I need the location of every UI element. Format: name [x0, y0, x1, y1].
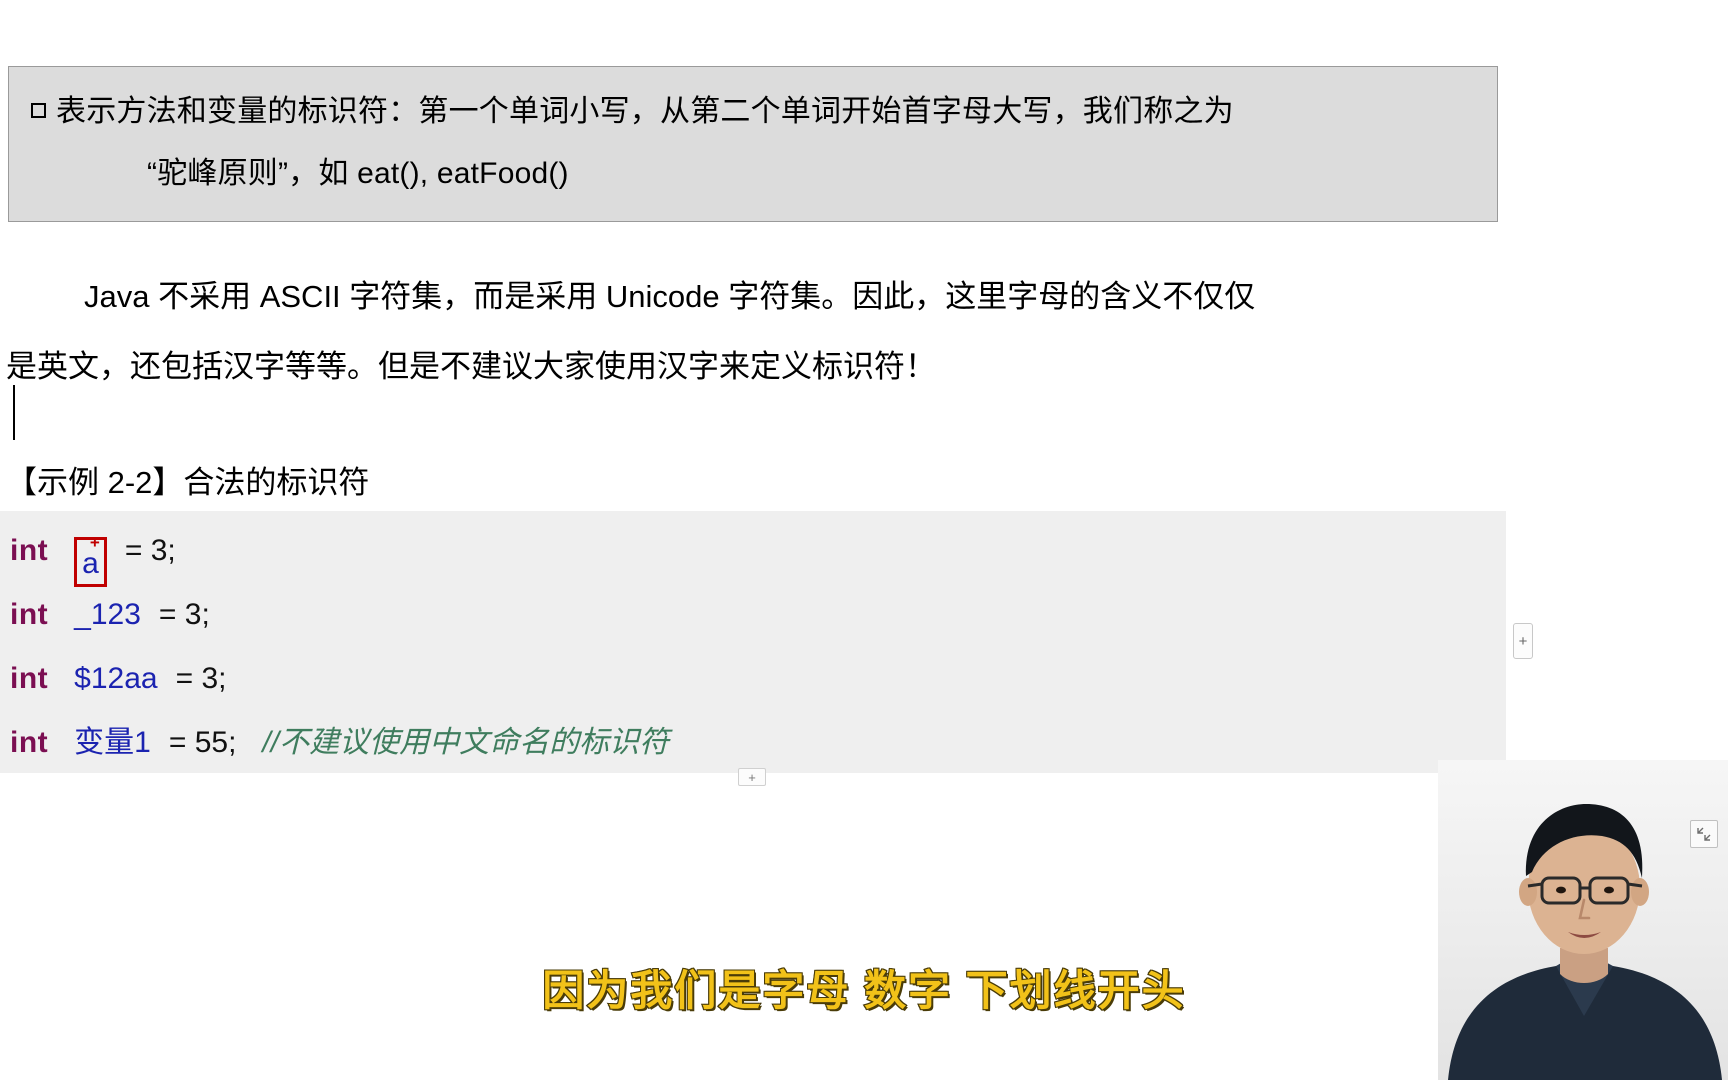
presenter-figure	[1438, 760, 1728, 1080]
text-caret	[13, 385, 15, 440]
add-column-button[interactable]: +	[1513, 623, 1533, 659]
code-block[interactable]: int + a = 3; int _123 = 3; int $12aa = 3; int 变量…	[0, 511, 1506, 773]
code-identifier: $12aa	[74, 662, 158, 695]
example-heading: 【示例 2-2】合法的标识符	[6, 465, 370, 500]
body-line-1: Java 不采用 ASCII 字符集，而是采用 Unicode 字符集。因此，这…	[84, 279, 1256, 314]
code-rest: = 3;	[124, 534, 176, 567]
code-keyword: int	[10, 726, 49, 759]
presenter-webcam[interactable]	[1438, 760, 1728, 1080]
code-keyword: int	[10, 534, 49, 567]
hollow-square-bullet-icon	[31, 103, 46, 118]
add-row-button[interactable]: +	[738, 768, 766, 786]
callout-line-1: 表示方法和变量的标识符：第一个单词小写，从第二个单词开始首字母大写，我们称之为	[27, 81, 1479, 143]
code-comment: //不建议使用中文命名的标识符	[262, 726, 670, 759]
code-rest: = 55;	[168, 726, 237, 759]
code-line[interactable]: int _123 = 3;	[0, 583, 1506, 647]
body-line-2: 是英文，还包括汉字等等。但是不建议大家使用汉字来定义标识符！	[6, 349, 936, 384]
code-rest: = 3;	[158, 598, 210, 631]
callout-box: 表示方法和变量的标识符：第一个单词小写，从第二个单词开始首字母大写，我们称之为 …	[8, 66, 1498, 222]
identifier-selection-box[interactable]: + a	[74, 534, 107, 587]
code-identifier: 变量1	[74, 726, 151, 759]
shrink-arrows-icon	[1697, 827, 1711, 841]
video-shrink-button[interactable]	[1690, 820, 1718, 848]
code-identifier: a	[82, 547, 99, 580]
code-rest: = 3;	[175, 662, 227, 695]
code-line[interactable]: int 变量1 = 55; //不建议使用中文命名的标识符	[0, 711, 1506, 775]
code-keyword: int	[10, 662, 49, 695]
code-keyword: int	[10, 598, 49, 631]
callout-line-1-text: 表示方法和变量的标识符：第一个单词小写，从第二个单词开始首字母大写，我们称之为	[56, 95, 1234, 128]
code-identifier: _123	[74, 598, 141, 631]
callout-line-2: “驼峰原则”，如 eat(), eatFood()	[147, 157, 569, 190]
code-line[interactable]: int + a = 3;	[0, 519, 1506, 587]
code-line[interactable]: int $12aa = 3;	[0, 647, 1506, 711]
body-paragraph[interactable]: Java 不采用 ASCII 字符集，而是采用 Unicode 字符集。因此，这…	[6, 262, 1506, 402]
